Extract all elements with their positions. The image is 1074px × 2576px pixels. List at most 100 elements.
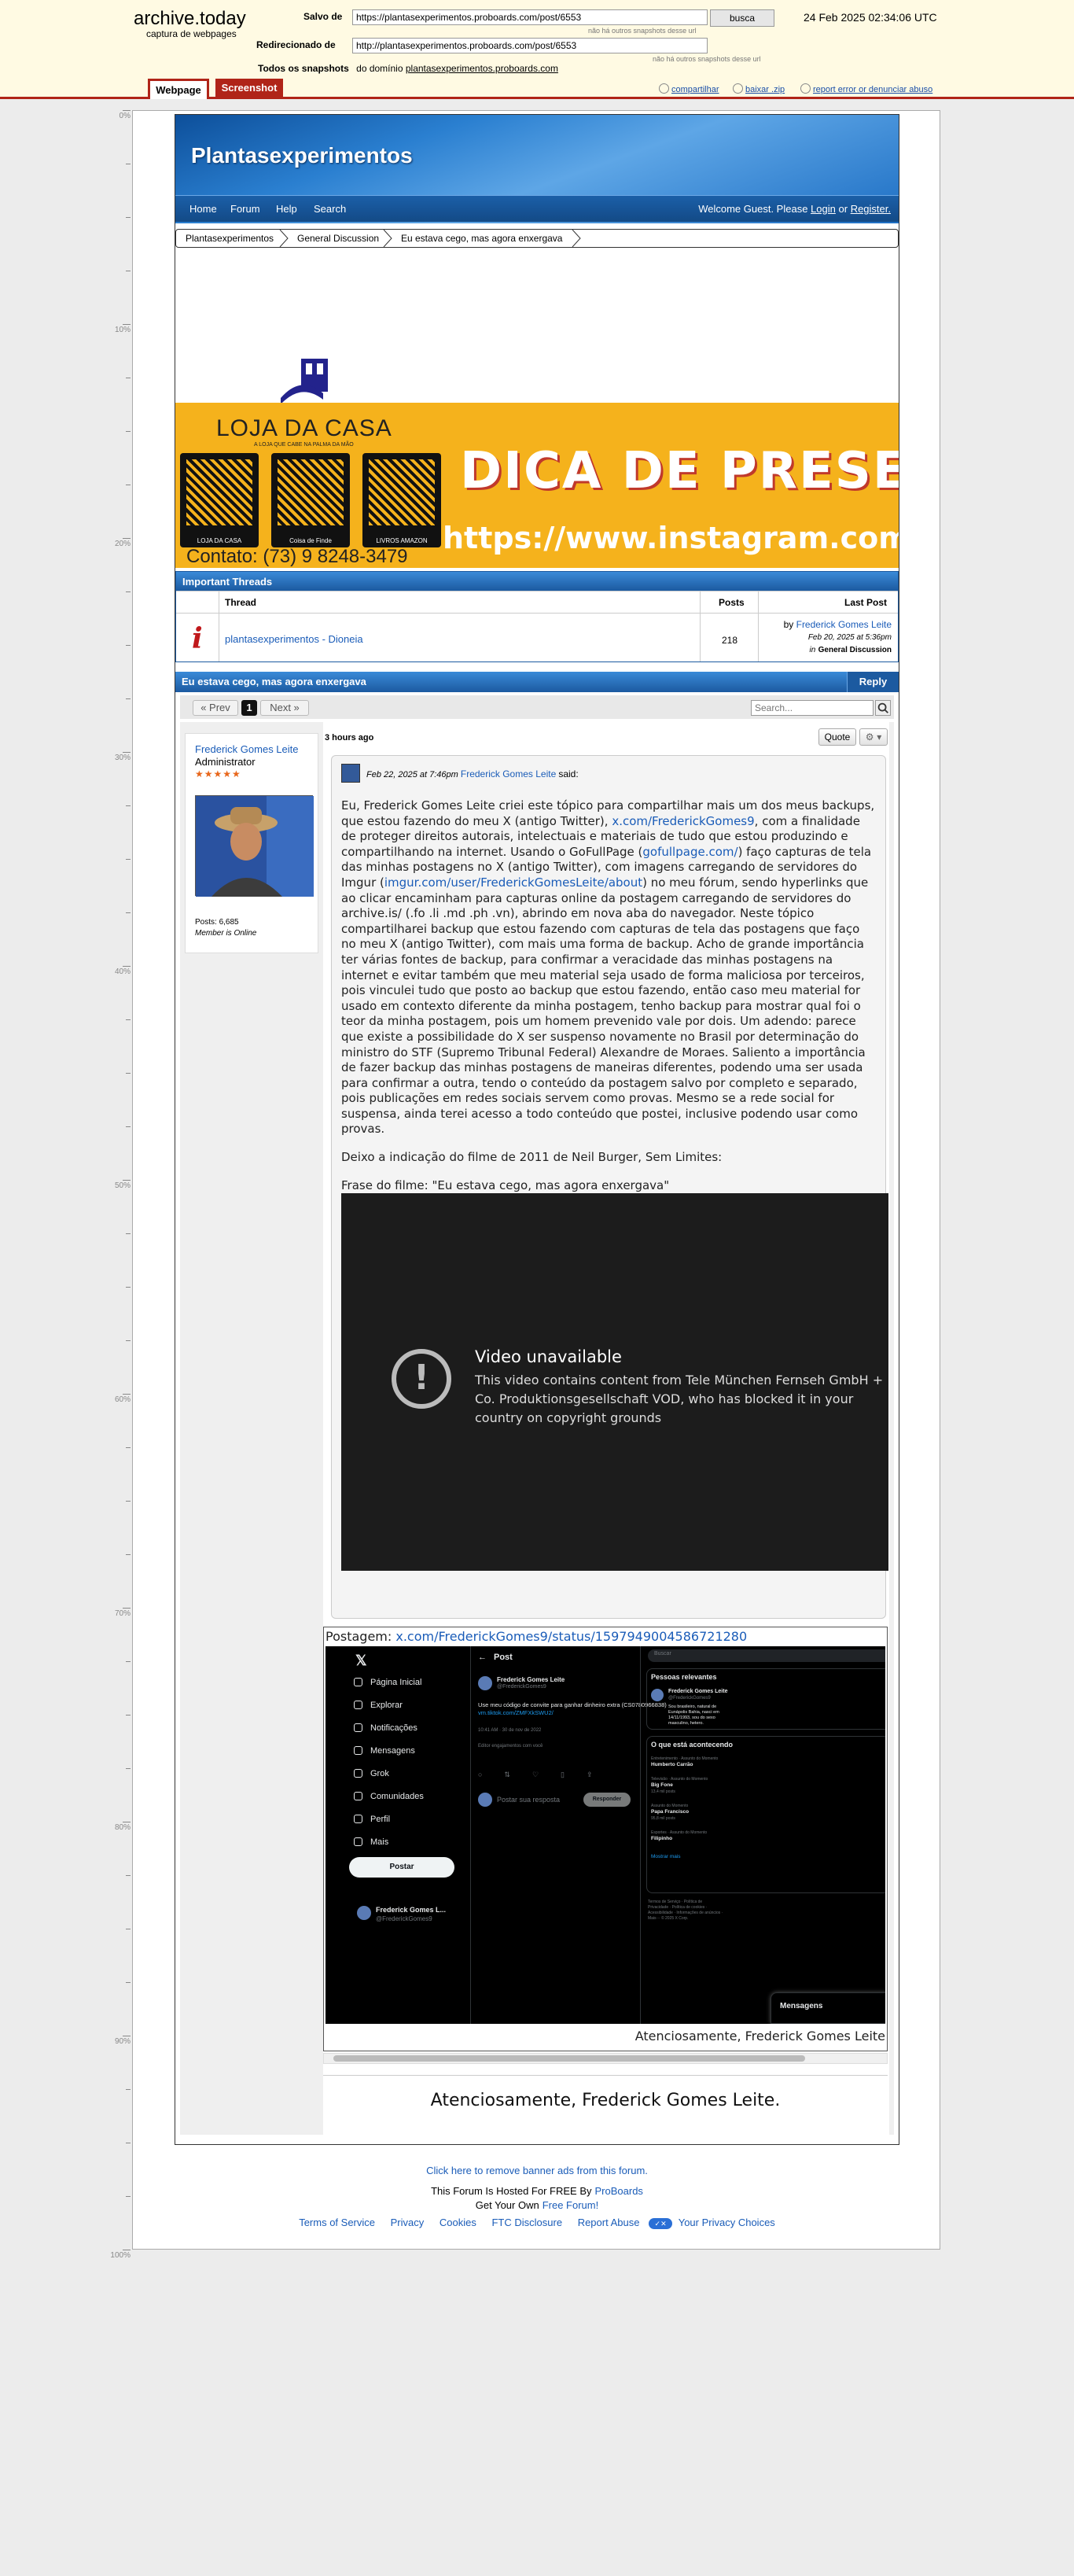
more-icon xyxy=(354,1837,362,1846)
video-unavailable-message: This video contains content from Tele Mü… xyxy=(475,1373,884,1425)
x-profile-link[interactable]: x.com/FrederickGomes9 xyxy=(612,814,754,828)
ruler-tick xyxy=(123,110,131,111)
redirect-note: não há outros snapshots desse url xyxy=(653,55,761,63)
last-post-author[interactable]: Frederick Gomes Leite xyxy=(796,619,892,630)
x-nav-communities: Comunidades xyxy=(354,1792,424,1801)
proboards-link[interactable]: ProBoards xyxy=(595,2185,643,2197)
quote-date: Feb 22, 2025 at 7:46pm xyxy=(366,770,458,779)
remove-ads-link[interactable]: Click here to remove banner ads from thi… xyxy=(426,2165,648,2176)
quote-text-part: ) no meu fórum, sendo hyperlinks que ao … xyxy=(341,875,869,1137)
forum-title[interactable]: Plantasexperimentos xyxy=(191,143,413,168)
archive-logo[interactable]: archive.today xyxy=(134,8,246,30)
ruler-minor-tick xyxy=(126,1019,131,1020)
ruler-label: 70% xyxy=(114,1609,131,1618)
x-account-handle: @FrederickGomes9 xyxy=(376,1915,432,1922)
last-post-in-prefix: in xyxy=(809,646,816,654)
tab-webpage[interactable]: Webpage xyxy=(148,79,209,99)
x-trend-meta: Televisão · Assunto do Momento xyxy=(651,1777,708,1782)
nav-help[interactable]: Help xyxy=(276,203,297,215)
quote-paragraph-1: Eu, Frederick Gomes Leite criei este tóp… xyxy=(341,798,876,1137)
domain-link[interactable]: plantasexperimentos.proboards.com xyxy=(406,63,558,74)
ruler-label: 20% xyxy=(114,540,131,548)
search-icon[interactable] xyxy=(875,700,891,716)
login-link[interactable]: Login xyxy=(811,203,836,215)
important-info-icon: i xyxy=(192,622,203,655)
ruler-minor-tick xyxy=(126,217,131,218)
horizontal-scrollbar[interactable] xyxy=(323,2053,888,2064)
nav-home[interactable]: Home xyxy=(189,203,217,215)
ruler-tick xyxy=(123,1608,131,1609)
reply-button[interactable]: Reply xyxy=(847,672,899,692)
post-options-button[interactable]: ⚙ ▾ xyxy=(859,728,888,746)
all-snapshots-text: Todos os snapshots xyxy=(258,63,349,74)
ruler-minor-tick xyxy=(126,1447,131,1448)
report-abuse-link[interactable]: Report Abuse xyxy=(578,2217,640,2228)
x-nav-label: Comunidades xyxy=(370,1792,424,1801)
free-forum-link[interactable]: Free Forum! xyxy=(543,2199,599,2211)
register-link[interactable]: Register. xyxy=(851,203,891,215)
ruler-minor-tick xyxy=(126,645,131,646)
quote-button[interactable]: Quote xyxy=(818,728,856,746)
report-action[interactable]: report error or denunciar abuso xyxy=(800,83,932,94)
ruler-label: 60% xyxy=(114,1395,131,1404)
tweet-screenshot[interactable]: 𝕏 Página Inicial Explorar Notificações M… xyxy=(326,1646,885,2024)
ruler-minor-tick xyxy=(126,1073,131,1074)
ruler-minor-tick xyxy=(126,2089,131,2090)
important-threads: Important Threads Thread Posts Last Post… xyxy=(175,571,899,662)
search-button[interactable]: busca xyxy=(710,9,774,27)
nav-search[interactable]: Search xyxy=(314,203,346,215)
download-zip-action[interactable]: baixar .zip xyxy=(733,83,785,94)
breadcrumb-category[interactable]: General Discussion xyxy=(297,233,379,244)
next-page-button[interactable]: Next » xyxy=(260,700,309,716)
thread-title-bar: Eu estava cego, mas agora enxergava Repl… xyxy=(175,672,899,692)
breadcrumb-home[interactable]: Plantasexperimentos xyxy=(186,233,274,244)
current-page[interactable]: 1 xyxy=(241,700,257,716)
qr-pattern xyxy=(278,459,344,525)
share-label: compartilhar xyxy=(671,85,719,94)
quote-author-link[interactable]: Frederick Gomes Leite xyxy=(461,768,556,779)
home-icon xyxy=(354,1678,362,1686)
imgur-link[interactable]: imgur.com/user/FrederickGomesLeite/about xyxy=(384,875,642,890)
tab-screenshot[interactable]: Screenshot xyxy=(215,79,283,99)
avatar-portrait-icon xyxy=(196,796,314,897)
breadcrumb-thread[interactable]: Eu estava cego, mas agora enxergava xyxy=(401,233,562,244)
x-messages-drawer: Mensagens xyxy=(780,2002,823,2010)
ad-banner[interactable]: LOJA DA CASA A LOJA QUE CABE NA PALMA DA… xyxy=(175,403,899,568)
ruler-minor-tick xyxy=(126,859,131,860)
last-post-by-prefix: by xyxy=(783,619,794,630)
share-action[interactable]: compartilhar xyxy=(659,83,719,94)
x-relevant-title: Pessoas relevantes xyxy=(651,1673,717,1681)
avatar[interactable] xyxy=(195,795,314,897)
scrollbar-thumb[interactable] xyxy=(333,2055,805,2062)
privacy-link[interactable]: Privacy xyxy=(391,2217,425,2228)
terms-link[interactable]: Terms of Service xyxy=(299,2217,375,2228)
tweet-status-link[interactable]: x.com/FrederickGomes9/status/15979490045… xyxy=(395,1629,747,1644)
breadcrumb-separator-icon xyxy=(279,230,289,247)
cookies-link[interactable]: Cookies xyxy=(440,2217,476,2228)
redirect-url-field[interactable]: http://plantasexperimentos.proboards.com… xyxy=(352,38,708,53)
qr-pattern xyxy=(369,459,435,525)
x-relevant-handle: @FrederickGomes9 xyxy=(668,1696,711,1701)
thread-link[interactable]: plantasexperimentos - Dioneia xyxy=(225,633,363,645)
saved-url-field[interactable]: https://plantasexperimentos.proboards.co… xyxy=(352,9,708,25)
ruler-minor-tick xyxy=(126,1661,131,1662)
thread-search-input[interactable]: Search... xyxy=(751,700,874,716)
prev-page-button[interactable]: « Prev xyxy=(193,700,238,716)
tweet-embed: Postagem: x.com/FrederickGomes9/status/1… xyxy=(323,1627,888,2051)
x-show-more: Mostrar mais xyxy=(651,1854,681,1859)
x-trend-meta: Entretenimento · Assunto do Momento xyxy=(651,1756,719,1761)
x-trend-meta: Assunto do Momento xyxy=(651,1804,689,1808)
ruler-tick xyxy=(123,324,131,325)
last-post-board[interactable]: General Discussion xyxy=(818,646,892,654)
get-forum-line: Get Your Own Free Forum! xyxy=(175,2199,899,2211)
x-trend-count: 13,4 mil posts xyxy=(651,1789,675,1794)
cloud-download-icon xyxy=(733,83,743,94)
privacy-choices-link[interactable]: Your Privacy Choices xyxy=(679,2217,775,2228)
post-author-link[interactable]: Frederick Gomes Leite xyxy=(195,743,299,755)
nav-forum[interactable]: Forum xyxy=(230,203,260,215)
embedded-video[interactable]: ! Video unavailable This video contains … xyxy=(341,1193,888,1571)
x-nav-label: Mais xyxy=(370,1837,389,1847)
ftc-link[interactable]: FTC Disclosure xyxy=(491,2217,562,2228)
gofullpage-link[interactable]: gofullpage.com/ xyxy=(642,845,737,859)
hosted-line: This Forum Is Hosted For FREE By ProBoard… xyxy=(175,2185,899,2197)
